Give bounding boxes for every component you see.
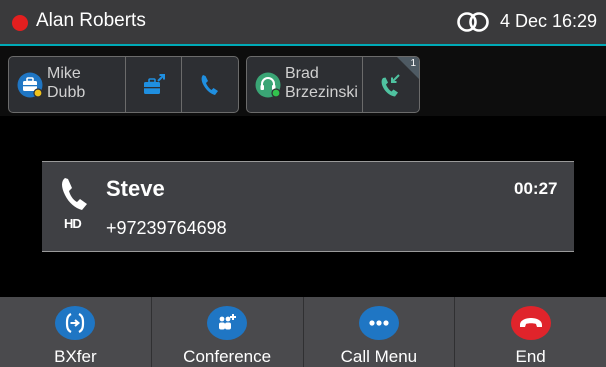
contact-last-name: Dubb (47, 84, 86, 101)
contact-name-mike: Mike Dubb (47, 64, 129, 102)
bxfer-label: BXfer (54, 347, 97, 366)
more-icon (358, 306, 399, 340)
call-mike-button[interactable] (182, 57, 238, 112)
caller-name: Steve (106, 176, 165, 201)
contact-name-brad: Brad Brzezinski (285, 64, 367, 102)
contact-key-brad-brzezinski[interactable]: Brad Brzezinski (247, 57, 363, 112)
hd-audio-badge: HD (64, 216, 82, 231)
briefcase-presence-icon (17, 72, 43, 98)
presence-status-dot (12, 15, 28, 31)
headset-presence-icon (255, 72, 281, 98)
conference-icon (207, 306, 248, 340)
user-name: Alan Roberts (36, 10, 146, 31)
call-count: 1 (410, 58, 416, 69)
date-time: 4 Dec 16:29 (500, 11, 598, 31)
blind-transfer-icon (55, 306, 96, 340)
line-key-strip: Mike Dubb Brad Brzezinski 1 (0, 46, 606, 116)
phone-icon (201, 74, 218, 95)
briefcase-transfer-icon (143, 73, 165, 94)
contact-key-mike-dubb[interactable]: Mike Dubb (9, 57, 126, 112)
transfer-to-mike-button[interactable] (126, 57, 182, 112)
end-label: End (515, 347, 546, 366)
call-timer: 00:27 (514, 179, 558, 198)
caller-number: +97239764698 (106, 218, 227, 238)
line-key-group-mike: Mike Dubb (8, 56, 239, 113)
contact-last-name: Brzezinski (285, 84, 358, 101)
call-menu-label: Call Menu (340, 347, 418, 366)
incoming-call-brad-button[interactable]: 1 (363, 57, 419, 112)
bxfer-button[interactable]: BXfer (0, 297, 152, 367)
end-call-button[interactable]: End (455, 297, 606, 367)
conference-button[interactable]: Conference (152, 297, 304, 367)
handset-icon (62, 178, 87, 210)
contact-first-name: Brad (285, 65, 319, 82)
contact-first-name: Mike (47, 65, 81, 82)
line-key-group-brad: Brad Brzezinski 1 (246, 56, 420, 113)
status-bar: Alan Roberts 4 Dec 16:29 (0, 0, 606, 44)
conference-label: Conference (183, 347, 272, 366)
linked-rings-icon (457, 12, 489, 32)
end-call-icon (510, 306, 551, 340)
call-menu-button[interactable]: Call Menu (304, 297, 456, 367)
softkey-bar: BXfer Conference Call Menu End (0, 297, 606, 367)
